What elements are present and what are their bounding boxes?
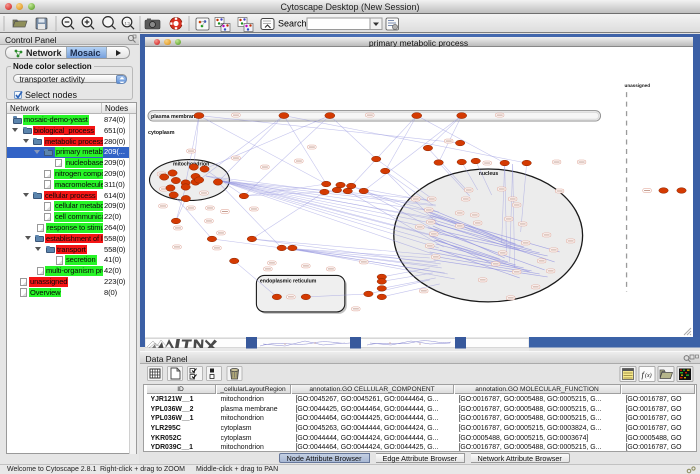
svg-text:cytoplasm: cytoplasm (147, 130, 174, 136)
svg-text:plasma membrane: plasma membrane (150, 114, 197, 120)
svg-text:1:1: 1:1 (125, 21, 131, 26)
svg-text:(x): (x) (645, 372, 652, 379)
svg-text:endoplasmic reticulum: endoplasmic reticulum (259, 278, 316, 284)
svg-text:unassigned: unassigned (624, 83, 650, 88)
svg-text:Search:: Search: (278, 19, 309, 29)
